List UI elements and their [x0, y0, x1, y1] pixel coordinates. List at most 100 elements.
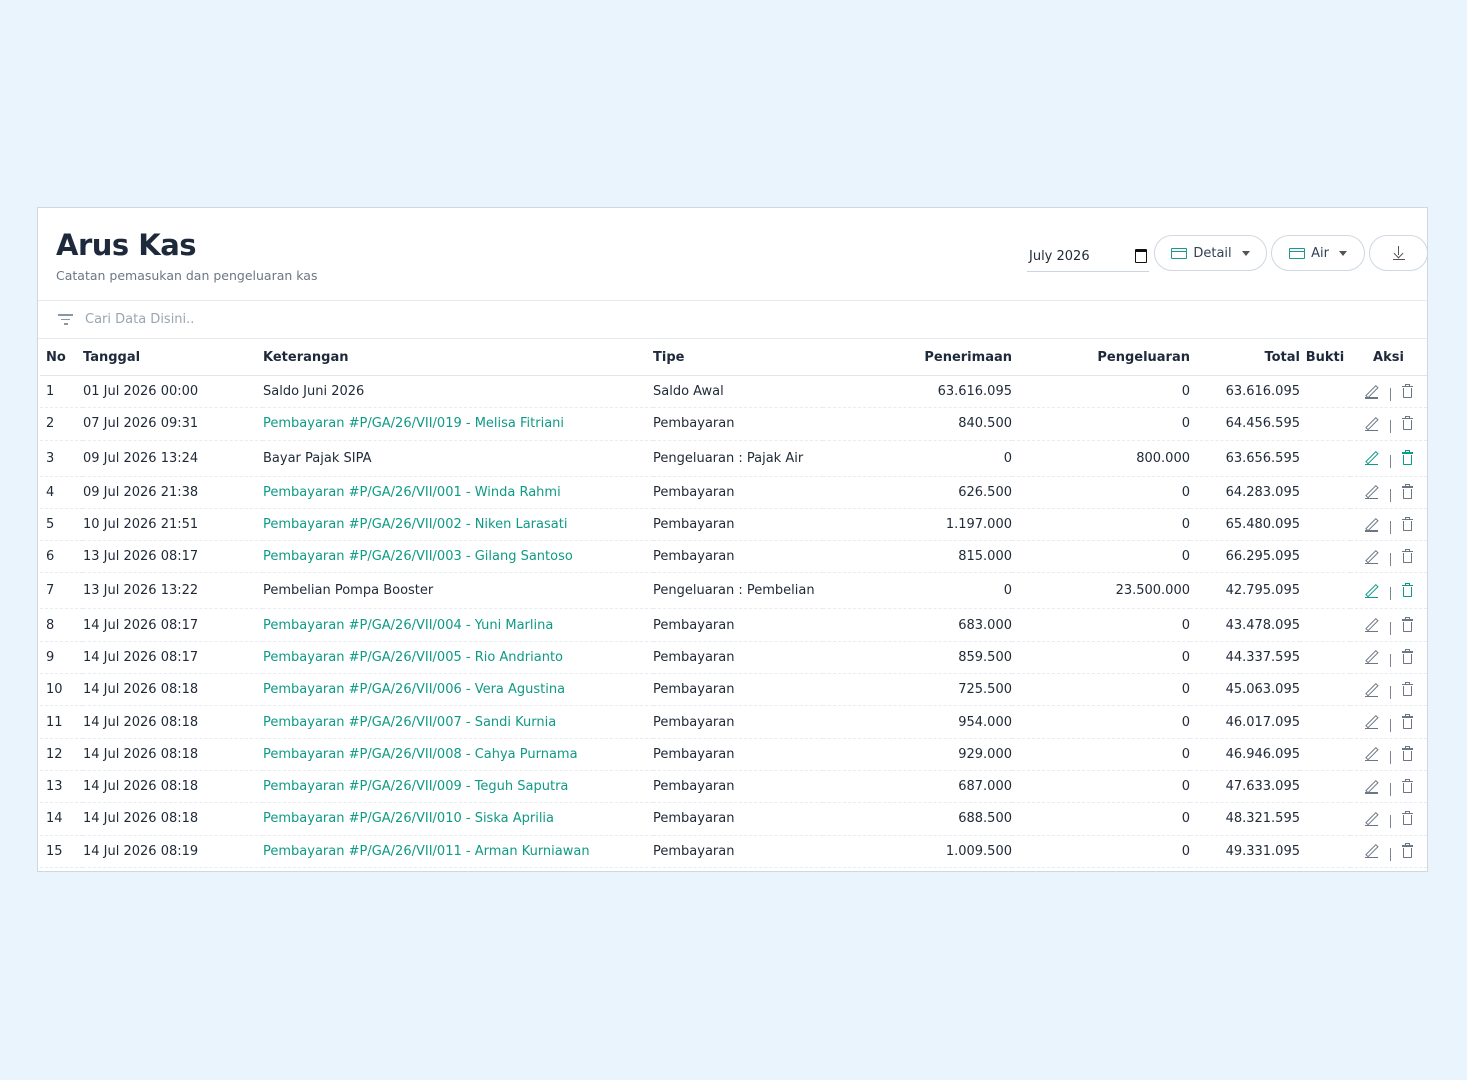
pencil-icon[interactable]	[1364, 517, 1379, 532]
row-tipe: Pembayaran	[653, 641, 823, 675]
row-no: 12	[40, 738, 83, 771]
row-bukti	[1300, 608, 1350, 642]
row-no: 2	[40, 407, 83, 441]
chevron-down-icon	[1338, 250, 1347, 256]
cash-flow-card: Arus Kas Catatan pemasukan dan pengeluar…	[37, 207, 1428, 872]
row-aksi	[1350, 407, 1427, 441]
row-tipe: Pembayaran	[653, 476, 823, 509]
row-pengeluaran: 0	[1012, 770, 1190, 804]
trash-icon[interactable]	[1401, 714, 1413, 729]
search-input[interactable]: Cari Data Disini..	[85, 312, 194, 327]
row-penerimaan: 954.000	[823, 705, 1012, 739]
trash-icon[interactable]	[1401, 681, 1413, 697]
row-penerimaan: 626.500	[823, 476, 1012, 509]
row-keterangan-link[interactable]: Pembayaran #P/GA/26/VII/008 - Cahya Purn…	[263, 738, 653, 771]
row-penerimaan: 840.500	[823, 407, 1012, 441]
row-keterangan-link[interactable]: Pembayaran #P/GA/26/VII/009 - Teguh Sapu…	[263, 770, 653, 804]
trash-icon[interactable]	[1401, 810, 1413, 826]
download-button[interactable]	[1369, 235, 1428, 271]
detail-dropdown[interactable]: Detail	[1154, 235, 1267, 271]
row-aksi	[1350, 705, 1427, 739]
trash-icon[interactable]	[1401, 617, 1413, 632]
col-tipe[interactable]: Tipe	[653, 340, 823, 376]
action-divider	[1389, 653, 1391, 667]
trash-icon[interactable]	[1401, 516, 1413, 532]
table-row: 14 14 Jul 2026 08:18 Pembayaran #P/GA/26/V…	[40, 802, 1427, 836]
pencil-icon[interactable]	[1364, 747, 1379, 762]
row-tanggal: 07 Jul 2026 09:31	[83, 407, 263, 441]
action-divider	[1389, 388, 1391, 402]
trash-icon[interactable]	[1401, 649, 1413, 664]
pencil-icon[interactable]	[1364, 618, 1379, 633]
pencil-icon[interactable]	[1364, 485, 1379, 500]
row-aksi	[1350, 608, 1427, 642]
row-total: 63.616.095	[1190, 375, 1300, 409]
air-dropdown[interactable]: Air	[1271, 235, 1365, 271]
row-keterangan-link[interactable]: Pembayaran #P/GA/26/VII/004 - Yuni Marli…	[263, 608, 653, 642]
row-keterangan-link[interactable]: Pembayaran #P/GA/26/VII/010 - Siska Apri…	[263, 802, 653, 836]
row-penerimaan: 1.009.500	[823, 835, 1012, 868]
pencil-icon[interactable]	[1364, 650, 1379, 665]
row-keterangan-link[interactable]: Pembayaran #P/GA/26/VII/003 - Gilang San…	[263, 540, 653, 574]
row-keterangan-link[interactable]: Pembayaran #P/GA/26/VII/011 - Arman Kurn…	[263, 835, 653, 868]
row-no: 6	[40, 540, 83, 574]
action-divider	[1389, 420, 1391, 434]
trash-icon[interactable]	[1401, 415, 1413, 431]
row-total: 44.337.595	[1190, 641, 1300, 675]
row-no: 3	[40, 440, 83, 477]
pencil-icon[interactable]	[1364, 811, 1379, 826]
pencil-icon[interactable]	[1364, 451, 1379, 466]
trash-icon[interactable]	[1401, 548, 1413, 564]
action-divider	[1389, 783, 1391, 797]
row-bukti	[1300, 476, 1350, 509]
action-divider	[1389, 488, 1391, 502]
row-aksi	[1350, 673, 1427, 707]
col-total[interactable]: Total	[1190, 340, 1300, 376]
row-keterangan-link[interactable]: Pembayaran #P/GA/26/VII/001 - Winda Rahm…	[263, 476, 653, 509]
pencil-icon[interactable]	[1364, 714, 1379, 730]
row-keterangan-link[interactable]: Pembayaran #P/GA/26/VII/006 - Vera Agust…	[263, 673, 653, 707]
col-aksi: Aksi	[1350, 340, 1427, 376]
pencil-icon[interactable]	[1364, 844, 1379, 859]
row-tipe: Pembayaran	[653, 802, 823, 836]
row-keterangan-link[interactable]: Pembayaran #P/GA/26/VII/002 - Niken Lara…	[263, 508, 653, 542]
row-pengeluaran: 0	[1012, 641, 1190, 675]
trash-icon[interactable]	[1401, 450, 1413, 465]
pencil-icon[interactable]	[1364, 416, 1379, 431]
pencil-icon[interactable]	[1364, 583, 1379, 598]
col-penerimaan[interactable]: Penerimaan	[823, 340, 1012, 376]
search-bar[interactable]: Cari Data Disini..	[38, 300, 1427, 339]
col-keterangan[interactable]: Keterangan	[263, 340, 653, 376]
trash-icon[interactable]	[1401, 484, 1413, 499]
row-penerimaan: 859.500	[823, 641, 1012, 675]
row-tanggal: 09 Jul 2026 13:24	[83, 440, 263, 477]
calendar-icon[interactable]	[1135, 249, 1147, 263]
row-tipe: Saldo Awal	[653, 375, 823, 409]
row-no: 9	[40, 641, 83, 675]
trash-icon[interactable]	[1401, 582, 1413, 598]
pencil-icon[interactable]	[1364, 549, 1379, 564]
trash-icon[interactable]	[1401, 383, 1413, 399]
row-penerimaan: 683.000	[823, 608, 1012, 642]
row-keterangan-link[interactable]: Pembayaran #P/GA/26/VII/005 - Rio Andria…	[263, 641, 653, 675]
pencil-icon[interactable]	[1364, 682, 1379, 697]
col-no[interactable]: No	[40, 340, 83, 376]
pencil-icon[interactable]	[1364, 384, 1379, 399]
trash-icon[interactable]	[1401, 843, 1413, 858]
row-bukti	[1300, 673, 1350, 707]
row-keterangan-link[interactable]: Pembayaran #P/GA/26/VII/019 - Melisa Fit…	[263, 407, 653, 441]
row-aksi	[1350, 476, 1427, 509]
filter-icon[interactable]	[58, 313, 73, 325]
trash-icon[interactable]	[1401, 778, 1413, 794]
col-tanggal[interactable]: Tanggal	[83, 340, 263, 376]
col-pengeluaran[interactable]: Pengeluaran	[1012, 340, 1190, 376]
trash-icon[interactable]	[1401, 746, 1413, 761]
month-picker[interactable]: July 2026	[1027, 241, 1149, 272]
air-label: Air	[1311, 245, 1329, 261]
row-keterangan-link[interactable]: Pembayaran #P/GA/26/VII/007 - Sandi Kurn…	[263, 705, 653, 739]
pencil-icon[interactable]	[1364, 779, 1379, 794]
row-total: 45.063.095	[1190, 673, 1300, 707]
row-bukti	[1300, 407, 1350, 441]
month-value: July 2026	[1029, 248, 1090, 264]
row-no: 10	[40, 673, 83, 707]
